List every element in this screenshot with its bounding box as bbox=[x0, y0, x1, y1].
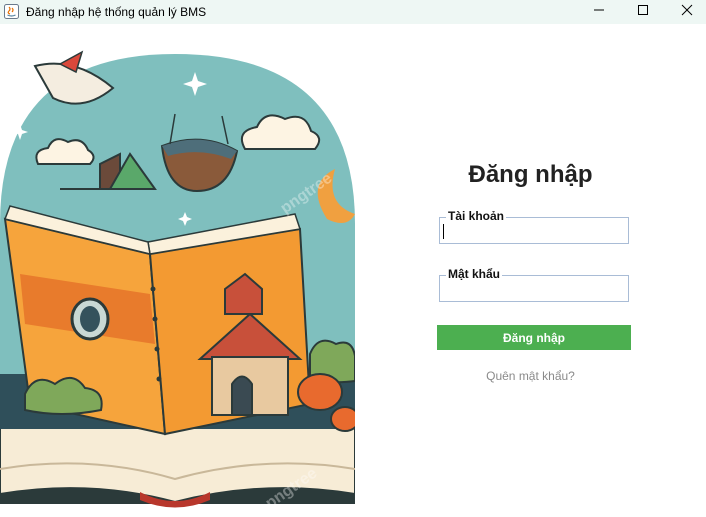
password-field[interactable]: Mật khẩu bbox=[439, 267, 629, 302]
minimize-icon bbox=[593, 3, 605, 21]
username-field[interactable]: Tài khoản bbox=[439, 209, 629, 244]
storybook-illustration: pngtree pngtree pngtree bbox=[0, 24, 355, 517]
java-app-icon bbox=[4, 4, 19, 19]
login-title: Đăng nhập bbox=[468, 161, 593, 188]
login-panel: Đăng nhập Tài khoản Mật khẩu Đăng nhập Q… bbox=[355, 24, 706, 517]
maximize-button[interactable] bbox=[620, 0, 666, 24]
window-title: Đăng nhập hệ thống quản lý BMS bbox=[26, 5, 207, 19]
close-icon bbox=[681, 3, 693, 21]
minimize-button[interactable] bbox=[576, 0, 622, 24]
password-label: Mật khẩu bbox=[446, 267, 503, 281]
username-input[interactable] bbox=[442, 223, 626, 239]
window-titlebar: Đăng nhập hệ thống quản lý BMS bbox=[0, 0, 706, 24]
text-caret bbox=[443, 224, 444, 239]
forgot-password-link[interactable]: Quên mật khẩu? bbox=[355, 369, 706, 383]
login-button[interactable]: Đăng nhập bbox=[437, 325, 631, 350]
storybook-illustration-icon: pngtree pngtree pngtree bbox=[0, 24, 355, 512]
close-button[interactable] bbox=[664, 0, 706, 24]
password-input[interactable] bbox=[442, 281, 626, 297]
username-label: Tài khoản bbox=[446, 209, 507, 223]
maximize-icon bbox=[637, 3, 649, 21]
svg-text:pngtree: pngtree bbox=[85, 24, 143, 59]
